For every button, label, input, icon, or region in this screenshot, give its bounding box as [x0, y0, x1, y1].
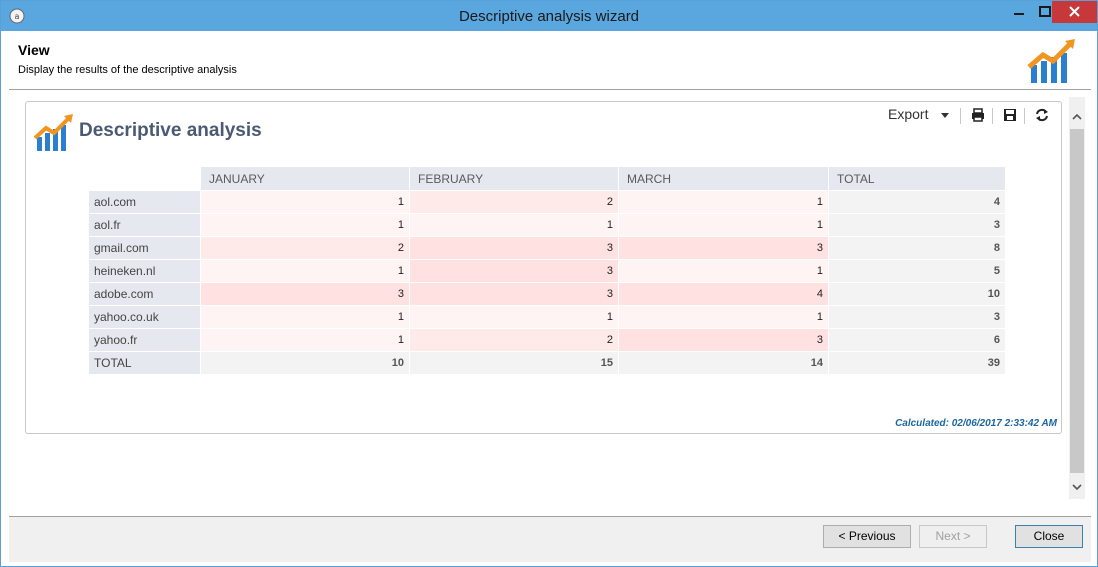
- results-table: JANUARY FEBRUARY MARCH TOTAL aol.com 1 2 1 4…: [88, 166, 1006, 375]
- value-cell: 3: [200, 282, 410, 306]
- row-label: aol.com: [88, 190, 201, 214]
- value-cell: 14: [618, 351, 829, 375]
- value-cell: 1: [618, 213, 829, 237]
- value-cell: 1: [618, 305, 829, 329]
- wizard-window: a Descriptive analysis wizard View Displ…: [0, 0, 1098, 567]
- window-title: Descriptive analysis wizard: [458, 8, 640, 25]
- value-cell: 1: [409, 213, 619, 237]
- value-cell: 1: [200, 305, 410, 329]
- toolbar-divider: [992, 108, 993, 124]
- row-label: heineken.nl: [88, 259, 201, 283]
- next-button[interactable]: Next >: [919, 525, 987, 548]
- minimize-icon[interactable]: [1006, 1, 1032, 23]
- column-header: FEBRUARY: [409, 166, 619, 191]
- value-cell: 15: [409, 351, 619, 375]
- value-cell: 3: [409, 236, 619, 260]
- row-label: TOTAL: [88, 351, 201, 375]
- value-cell: 3: [409, 282, 619, 306]
- page-title: View: [18, 42, 50, 58]
- table-row: aol.fr 1 1 1 3: [88, 213, 1006, 237]
- row-label: aol.fr: [88, 213, 201, 237]
- corner-cell: [88, 166, 201, 191]
- previous-button[interactable]: < Previous: [823, 525, 911, 548]
- value-cell: 1: [200, 328, 410, 352]
- table-row: yahoo.fr 1 2 3 6: [88, 328, 1006, 352]
- table-row: yahoo.co.uk 1 1 1 3: [88, 305, 1006, 329]
- table-row: adobe.com 3 3 4 10: [88, 282, 1006, 306]
- table-row: gmail.com 2 3 3 8: [88, 236, 1006, 260]
- scrollbar-thumb[interactable]: [1070, 129, 1084, 473]
- value-cell: 3: [409, 259, 619, 283]
- export-menu[interactable]: Export: [888, 106, 928, 122]
- total-cell: 5: [828, 259, 1006, 283]
- value-cell: 2: [409, 190, 619, 214]
- column-header: TOTAL: [828, 166, 1006, 191]
- chevron-down-icon[interactable]: [941, 113, 949, 118]
- column-header: JANUARY: [200, 166, 410, 191]
- wizard-header: View Display the results of the descript…: [9, 31, 1089, 89]
- value-cell: 1: [618, 259, 829, 283]
- analytics-chart-icon: [1027, 39, 1075, 83]
- row-label: gmail.com: [88, 236, 201, 260]
- chevron-up-icon[interactable]: [1071, 111, 1083, 123]
- analytics-chart-icon: [34, 114, 73, 151]
- value-cell: 4: [618, 282, 829, 306]
- value-cell: 1: [618, 190, 829, 214]
- close-button[interactable]: Close: [1015, 525, 1083, 548]
- close-icon[interactable]: [1052, 1, 1097, 23]
- print-icon[interactable]: [970, 107, 986, 123]
- analysis-title: Descriptive analysis: [79, 120, 262, 141]
- value-cell: 1: [200, 213, 410, 237]
- total-cell: 3: [828, 213, 1006, 237]
- table-header-row: JANUARY FEBRUARY MARCH TOTAL: [88, 166, 1006, 191]
- total-cell: 39: [828, 351, 1006, 375]
- table-row: aol.com 1 2 1 4: [88, 190, 1006, 214]
- value-cell: 1: [200, 190, 410, 214]
- value-cell: 1: [409, 305, 619, 329]
- total-cell: 6: [828, 328, 1006, 352]
- title-bar: a Descriptive analysis wizard: [1, 1, 1097, 31]
- row-label: yahoo.fr: [88, 328, 201, 352]
- analysis-panel: Descriptive analysis Export JANUARY FEBR…: [25, 101, 1062, 434]
- toolbar-divider: [960, 108, 961, 124]
- value-cell: 2: [409, 328, 619, 352]
- refresh-icon[interactable]: [1034, 107, 1050, 123]
- total-cell: 3: [828, 305, 1006, 329]
- chevron-down-icon[interactable]: [1071, 481, 1083, 493]
- calculated-timestamp: Calculated: 02/06/2017 2:33:42 AM: [895, 418, 1057, 429]
- value-cell: 3: [618, 236, 829, 260]
- value-cell: 3: [618, 328, 829, 352]
- row-label: adobe.com: [88, 282, 201, 306]
- page-subtitle: Display the results of the descriptive a…: [18, 64, 237, 76]
- total-cell: 8: [828, 236, 1006, 260]
- header-divider: [9, 89, 1091, 90]
- value-cell: 2: [200, 236, 410, 260]
- column-header: MARCH: [618, 166, 829, 191]
- row-label: yahoo.co.uk: [88, 305, 201, 329]
- total-cell: 4: [828, 190, 1006, 214]
- table-row: heineken.nl 1 3 1 5: [88, 259, 1006, 283]
- value-cell: 10: [200, 351, 410, 375]
- toolbar-divider: [1024, 108, 1025, 124]
- save-icon[interactable]: [1002, 107, 1018, 123]
- total-cell: 10: [828, 282, 1006, 306]
- value-cell: 1: [200, 259, 410, 283]
- total-row: TOTAL 10 15 14 39: [88, 351, 1006, 375]
